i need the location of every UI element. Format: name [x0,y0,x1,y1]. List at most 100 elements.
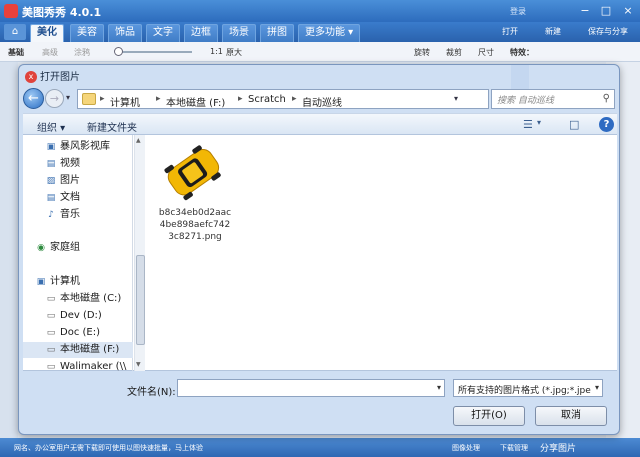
open-button[interactable]: 打开(O) [453,406,525,426]
music-icon: ♪ [48,210,54,220]
advanced-tab[interactable]: 高级 [42,47,58,58]
breadcrumb-drive-f[interactable]: 本地磁盘 (F:) [166,94,225,109]
nav-item-homegroup[interactable]: ◉ 家庭组 [35,240,80,256]
app-title: 美图秀秀 4.0.1 [22,6,102,19]
cancel-button[interactable]: 取消 [535,406,607,426]
nav-item-label: Dev (D:) [60,310,102,321]
open-toolbar-button[interactable]: 打开 [502,26,518,37]
breadcrumb-computer[interactable]: 计算机 [110,94,140,109]
tab-scenes[interactable]: 场景 [222,24,256,42]
breadcrumb-scratch[interactable]: Scratch [248,94,286,105]
new-folder-button[interactable]: 新建文件夹 [87,119,137,134]
graffiti-tab[interactable]: 涂鸦 [74,47,90,58]
status-tip-text: 网名、办公室用户无需下载即可使用以图快速批量，马上体验 [14,444,203,452]
download-manager[interactable]: 下载管理 [500,443,528,453]
zoom-slider-handle[interactable] [114,47,123,56]
nav-item-label: 本地磁盘 (F:) [60,344,120,355]
recent-locations-dropdown[interactable]: ▾ [66,93,70,102]
tab-accessories[interactable]: 饰品 [108,24,142,42]
nav-item-label: Doc (E:) [60,327,100,338]
forward-arrow-icon[interactable]: → [45,89,64,108]
nav-item-documents[interactable]: ▤ 文档 [45,190,80,206]
address-bar[interactable]: ▸ 计算机 ▸ 本地磁盘 (F:) ▸ Scratch ▸ 自动巡线 ▾ [77,89,489,109]
breadcrumb-separator-icon[interactable]: ▸ [100,94,105,104]
login-link[interactable]: 登录 [510,6,526,17]
nav-item-drive-d[interactable]: ▭ Dev (D:) [45,308,102,324]
resize-button[interactable]: 尺寸 [478,47,494,58]
help-icon[interactable]: ? [599,117,614,132]
nav-item-drive-f[interactable]: ▭ 本地磁盘 (F:) [23,342,133,358]
nav-item-drive-c[interactable]: ▭ 本地磁盘 (C:) [45,291,122,307]
preview-pane-icon[interactable]: □ [569,118,579,131]
nav-item-drive-e[interactable]: ▭ Doc (E:) [45,325,100,341]
folder-icon [82,93,96,105]
fit-size-button[interactable]: 原大 [226,47,242,58]
zoom-slider[interactable] [116,51,192,53]
breadcrumb-separator-icon[interactable]: ▸ [292,94,297,104]
nav-pane-scrollbar[interactable]: ▲ ▼ [134,135,145,371]
view-dropdown-icon[interactable]: ▾ [537,118,541,127]
close-app-button[interactable]: × [619,3,637,19]
file-name-line: b8c34eb0d2aac [158,208,232,218]
nav-item-label: 计算机 [50,276,80,287]
back-arrow-icon[interactable]: ← [23,88,44,109]
organize-button[interactable]: 组织 ▾ [37,119,65,134]
tab-more-functions[interactable]: 更多功能 ▾ [298,24,361,42]
minimize-button[interactable]: − [576,3,594,19]
nav-item-label: 音乐 [60,209,80,220]
picture-icon: ▨ [46,176,56,186]
tab-text[interactable]: 文字 [146,24,180,42]
address-history-dropdown[interactable]: ▾ [454,94,458,103]
edit-toolbar: 基础 高级 涂鸦 1:1 原大 旋转 裁剪 尺寸 特效： [0,42,640,62]
file-item[interactable]: b8c34eb0d2aac 4be898aefc742 3c8271.png [147,143,243,253]
app-titlebar: 美图秀秀 4.0.1 登录 − □ × [0,0,640,22]
search-input[interactable]: 搜索 自动巡线 ⚲ [491,89,615,109]
filetype-select[interactable]: 所有支持的图片格式 (*.jpg;*.jpe ▾ [453,379,603,397]
nav-item-label: 图片 [60,175,80,186]
nav-item-label: 文档 [60,192,80,203]
breadcrumb-separator-icon[interactable]: ▸ [238,94,243,104]
share-image-button[interactable]: 分享图片 [540,441,576,454]
navigation-row: ← → ▾ ▸ 计算机 ▸ 本地磁盘 (F:) ▸ Scratch ▸ 自动巡线… [23,87,617,111]
nav-item-storm-video-library[interactable]: ▣ 暴风影视库 [45,139,110,155]
file-name: b8c34eb0d2aac 4be898aefc742 3c8271.png [147,207,243,243]
nav-item-pictures[interactable]: ▨ 图片 [45,173,80,189]
scroll-up-icon[interactable]: ▲ [136,137,141,144]
drive-icon: ▭ [46,294,56,304]
nav-item-computer[interactable]: ▣ 计算机 [35,274,80,290]
scrollbar-thumb[interactable] [136,255,145,345]
tab-frames[interactable]: 边框 [184,24,218,42]
tab-collage[interactable]: 拼图 [260,24,294,42]
breadcrumb-separator-icon[interactable]: ▸ [156,94,161,104]
basic-tab[interactable]: 基础 [8,47,24,58]
save-share-button[interactable]: 保存与分享 [588,26,628,37]
homegroup-icon: ◉ [37,243,45,253]
file-name-line: 4be898aefc742 [159,220,231,230]
dialog-body: ▣ 暴风影视库 ▤ 视频 ▨ 图片 ▤ 文档 ♪ 音乐 ◉ 家庭组 ▣ 计算机 ▭ 本地磁盘 (… [23,135,617,372]
crop-button[interactable]: 裁剪 [446,47,462,58]
document-icon: ▤ [46,193,56,203]
scroll-down-icon[interactable]: ▼ [136,361,141,368]
view-options-icon[interactable]: ☰ [523,118,533,131]
filename-input[interactable]: ▾ [177,379,445,397]
nav-item-label: 家庭组 [50,242,80,253]
rotate-button[interactable]: 旋转 [414,47,430,58]
nav-item-label: 视频 [60,158,80,169]
breadcrumb-auto-line[interactable]: 自动巡线 [302,94,342,109]
filetype-dropdown-icon[interactable]: ▾ [594,383,599,392]
home-icon[interactable]: ⌂ [4,24,26,40]
tab-beautify[interactable]: 美化 [30,24,64,42]
filename-dropdown-icon[interactable]: ▾ [437,383,441,392]
computer-icon: ▣ [36,277,46,287]
dialog-title-text: 打开图片 [40,72,80,83]
ratio-button[interactable]: 1:1 [210,47,223,56]
nav-item-videos[interactable]: ▤ 视频 [45,156,80,172]
video-icon: ▤ [46,159,56,169]
maximize-button[interactable]: □ [597,3,615,19]
car-image-thumbnail [164,145,221,201]
drive-icon: ▭ [46,328,56,338]
nav-item-music[interactable]: ♪ 音乐 [45,207,80,223]
new-toolbar-button[interactable]: 新建 [545,26,561,37]
search-icon[interactable]: ⚲ [603,93,610,104]
tab-beauty[interactable]: 美容 [70,24,104,42]
